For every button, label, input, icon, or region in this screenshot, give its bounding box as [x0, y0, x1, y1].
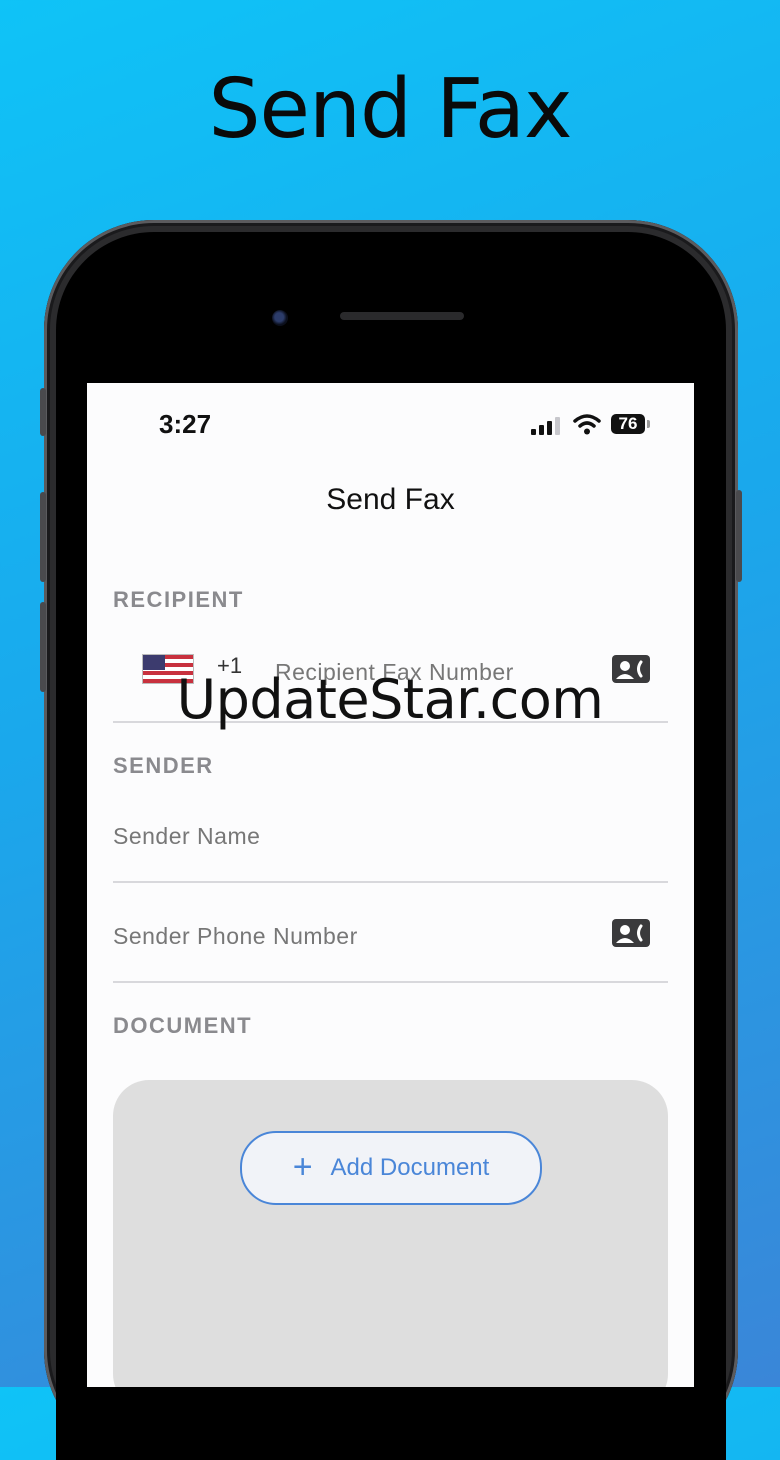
status-time: 3:27: [159, 409, 212, 439]
sender-name-field[interactable]: Sender Name: [113, 803, 668, 883]
cellular-signal-icon: [531, 417, 560, 435]
promo-headline: Send Fax: [208, 62, 572, 157]
earpiece-speaker: [340, 312, 464, 320]
mute-switch: [40, 388, 46, 436]
add-document-label: Add Document: [330, 1154, 490, 1181]
power-button: [736, 490, 742, 582]
volume-up-button: [40, 492, 46, 582]
sender-phone-input[interactable]: Sender Phone Number: [113, 923, 358, 950]
add-document-button[interactable]: + Add Document: [240, 1131, 542, 1205]
nav-title: Send Fax: [326, 483, 455, 516]
sender-section-label: SENDER: [113, 753, 214, 778]
plus-icon: +: [292, 1147, 313, 1186]
battery-tip: [647, 420, 650, 428]
battery-icon: 76: [611, 414, 645, 434]
app-screen: 3:27 76 Send Fax RECIPIENT +1 Recipient …: [87, 383, 694, 1387]
front-camera: [272, 310, 288, 326]
status-bar: 3:27 76: [87, 383, 694, 463]
sender-phone-field[interactable]: Sender Phone Number: [113, 903, 668, 983]
wifi-icon: [573, 414, 601, 435]
contact-card-icon[interactable]: [612, 919, 650, 947]
sender-name-input[interactable]: Sender Name: [113, 823, 260, 850]
document-drop-area[interactable]: + Add Document: [113, 1080, 668, 1387]
document-section-label: DOCUMENT: [113, 1013, 253, 1038]
watermark-text: UpdateStar.com: [176, 668, 604, 731]
recipient-section-label: RECIPIENT: [113, 587, 244, 612]
